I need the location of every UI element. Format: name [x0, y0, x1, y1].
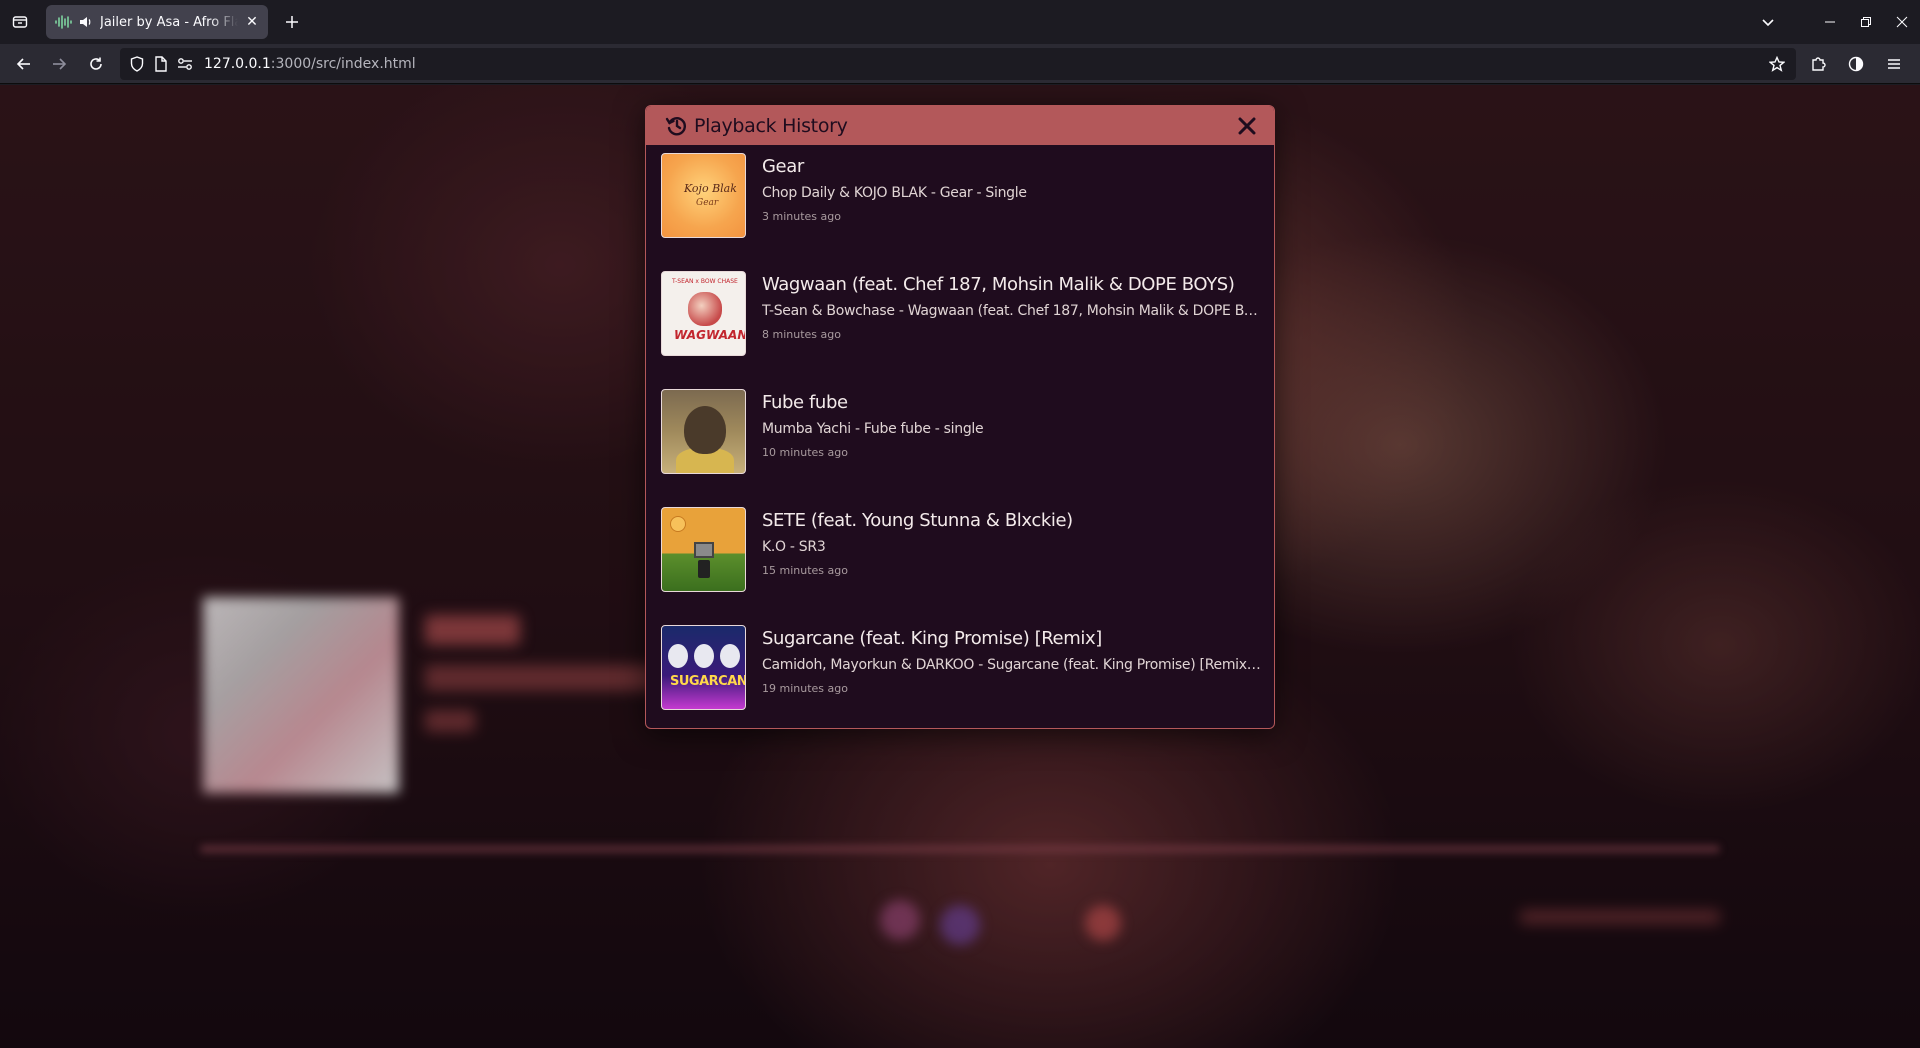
blurred-play-icon: [940, 905, 980, 945]
item-info: Fube fube Mumba Yachi - Fube fube - sing…: [762, 389, 1262, 507]
tab-list-icon[interactable]: [8, 10, 32, 34]
history-item[interactable]: Kojo Blak Gear Gear Chop Daily & KOJO BL…: [661, 153, 1274, 271]
hamburger-menu-icon[interactable]: [1880, 50, 1908, 78]
history-list: Kojo Blak Gear Gear Chop Daily & KOJO BL…: [646, 145, 1274, 728]
album-art-figure-shape: [698, 560, 710, 578]
album-art-subtext: WAGWAAN: [674, 328, 746, 342]
tab-title: Jailer by Asa - Afro Flavour: [100, 14, 238, 30]
track-title: Wagwaan (feat. Chef 187, Mohsin Malik & …: [762, 274, 1235, 295]
album-art: SUGARCANE: [661, 625, 746, 710]
history-item[interactable]: SUGARCANE Sugarcane (feat. King Promise)…: [661, 625, 1274, 728]
album-art-sun-shape: [670, 516, 686, 532]
restore-icon[interactable]: [1848, 4, 1884, 40]
forward-arrow-icon[interactable]: [45, 50, 73, 78]
url-path: :3000/src/index.html: [270, 56, 416, 72]
browser-tab-bar: Jailer by Asa - Afro Flavour ✕: [0, 0, 1920, 44]
track-title: Gear: [762, 156, 804, 177]
modal-title: Playback History: [694, 114, 848, 137]
album-art-tv-shape: [694, 542, 714, 558]
item-info: Gear Chop Daily & KOJO BLAK - Gear - Sin…: [762, 153, 1262, 271]
list-all-tabs-chevron-icon[interactable]: [1756, 10, 1780, 34]
played-time: 3 minutes ago: [762, 210, 841, 223]
album-art-subtext: Gear: [696, 198, 719, 208]
history-item[interactable]: T-SEAN x BOW CHASE WAGWAAN Wagwaan (feat…: [661, 271, 1274, 389]
blurred-control-icon-2: [1085, 905, 1121, 941]
played-time: 19 minutes ago: [762, 682, 848, 695]
track-subtitle: K.O - SR3: [762, 539, 826, 555]
blurred-now-playing-meta: [425, 710, 475, 732]
blurred-volume-bar: [1520, 910, 1720, 924]
browser-tab-active[interactable]: Jailer by Asa - Afro Flavour ✕: [46, 5, 268, 39]
history-item[interactable]: Fube fube Mumba Yachi - Fube fube - sing…: [661, 389, 1274, 507]
minimize-icon[interactable]: [1812, 4, 1848, 40]
history-clock-icon: [664, 113, 690, 139]
played-time: 10 minutes ago: [762, 446, 848, 459]
toolbar-right: [1804, 50, 1920, 78]
album-art-person-shape: [720, 644, 740, 668]
track-title: Sugarcane (feat. King Promise) [Remix]: [762, 628, 1102, 649]
browser-nav-bar: 127.0.0.1:3000/src/index.html: [0, 44, 1920, 84]
window-controls: [1812, 0, 1920, 44]
track-subtitle: Chop Daily & KOJO BLAK - Gear - Single: [762, 185, 1027, 201]
track-subtitle: Camidoh, Mayorkun & DARKOO - Sugarcane (…: [762, 657, 1262, 673]
album-art-text: Kojo Blak: [684, 182, 737, 195]
reload-icon[interactable]: [82, 50, 110, 78]
album-art-face-shape: [684, 406, 726, 454]
url-bar[interactable]: 127.0.0.1:3000/src/index.html: [120, 48, 1796, 80]
album-art-text: T-SEAN x BOW CHASE: [672, 278, 738, 285]
extensions-puzzle-icon[interactable]: [1804, 50, 1832, 78]
history-item[interactable]: SETE (feat. Young Stunna & Blxckie) K.O …: [661, 507, 1274, 625]
track-title: Fube fube: [762, 392, 848, 413]
played-time: 8 minutes ago: [762, 328, 841, 341]
item-info: SETE (feat. Young Stunna & Blxckie) K.O …: [762, 507, 1262, 625]
album-art: [661, 389, 746, 474]
blurred-control-icon: [880, 900, 920, 940]
page-document-icon[interactable]: [150, 53, 172, 75]
track-subtitle: T-Sean & Bowchase - Wagwaan (feat. Chef …: [762, 303, 1262, 319]
window-close-icon[interactable]: [1884, 4, 1920, 40]
album-art-person-shape: [694, 644, 714, 668]
played-time: 15 minutes ago: [762, 564, 848, 577]
album-art-text: SUGARCANE: [670, 674, 745, 689]
album-art-fist-shape: [688, 292, 722, 326]
soundwave-favicon-icon: [54, 13, 72, 31]
album-art: T-SEAN x BOW CHASE WAGWAAN: [661, 271, 746, 356]
track-subtitle: Mumba Yachi - Fube fube - single: [762, 421, 984, 437]
shield-tracking-icon[interactable]: [126, 53, 148, 75]
bookmark-star-icon[interactable]: [1766, 53, 1788, 75]
page-viewport: Playback History Kojo Blak Gear Gear Cho…: [0, 85, 1920, 1048]
blurred-now-playing-cover: [203, 597, 399, 793]
blurred-now-playing-title: [425, 615, 520, 645]
back-arrow-icon[interactable]: [10, 50, 38, 78]
album-art: [661, 507, 746, 592]
permissions-icon[interactable]: [174, 53, 196, 75]
track-title: SETE (feat. Young Stunna & Blxckie): [762, 510, 1073, 531]
close-icon[interactable]: [1234, 113, 1260, 139]
album-art: Kojo Blak Gear: [661, 153, 746, 238]
album-art-person-shape: [668, 644, 688, 668]
speaker-playing-icon[interactable]: [78, 14, 94, 30]
modal-header: Playback History: [646, 106, 1274, 145]
tab-close-icon[interactable]: ✕: [244, 14, 260, 30]
account-circle-icon[interactable]: [1842, 50, 1870, 78]
playback-history-modal: Playback History Kojo Blak Gear Gear Cho…: [645, 105, 1275, 729]
item-info: Sugarcane (feat. King Promise) [Remix] C…: [762, 625, 1262, 728]
url-host: 127.0.0.1: [204, 56, 271, 72]
blurred-progress-bar: [200, 845, 1720, 853]
item-info: Wagwaan (feat. Chef 187, Mohsin Malik & …: [762, 271, 1262, 389]
new-tab-plus-icon[interactable]: [280, 10, 304, 34]
url-text: 127.0.0.1:3000/src/index.html: [204, 56, 416, 72]
